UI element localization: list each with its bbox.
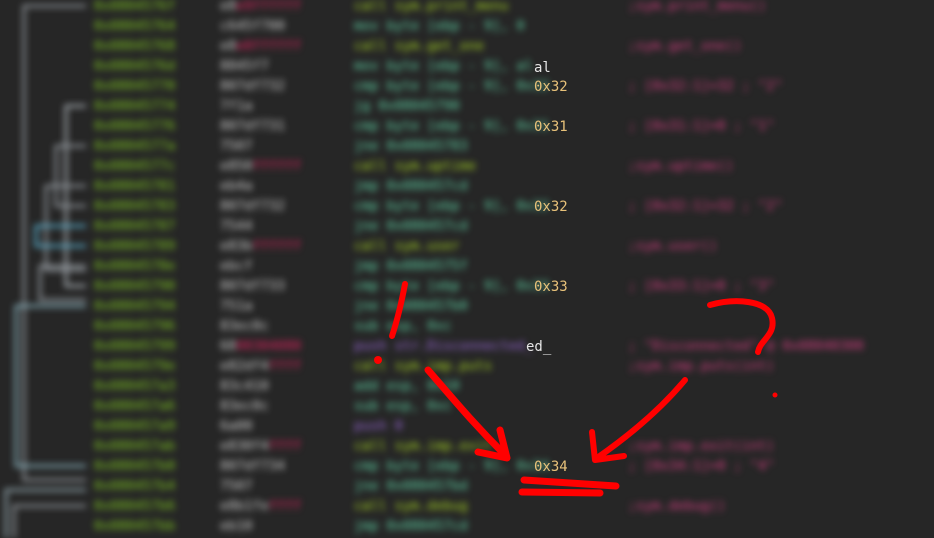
dot — [374, 356, 382, 364]
arrow-left — [389, 281, 408, 339]
disassembly-view: 0x0804576f e8e9ffffff call sym.print_menu;… — [0, 0, 934, 538]
question-mark — [707, 298, 776, 355]
arrow-right — [594, 377, 688, 461]
arrow-stroke — [424, 366, 509, 459]
arrow-head-right — [589, 429, 627, 463]
question-dot — [772, 392, 778, 398]
red-annotations — [374, 281, 778, 497]
underline — [518, 476, 620, 497]
